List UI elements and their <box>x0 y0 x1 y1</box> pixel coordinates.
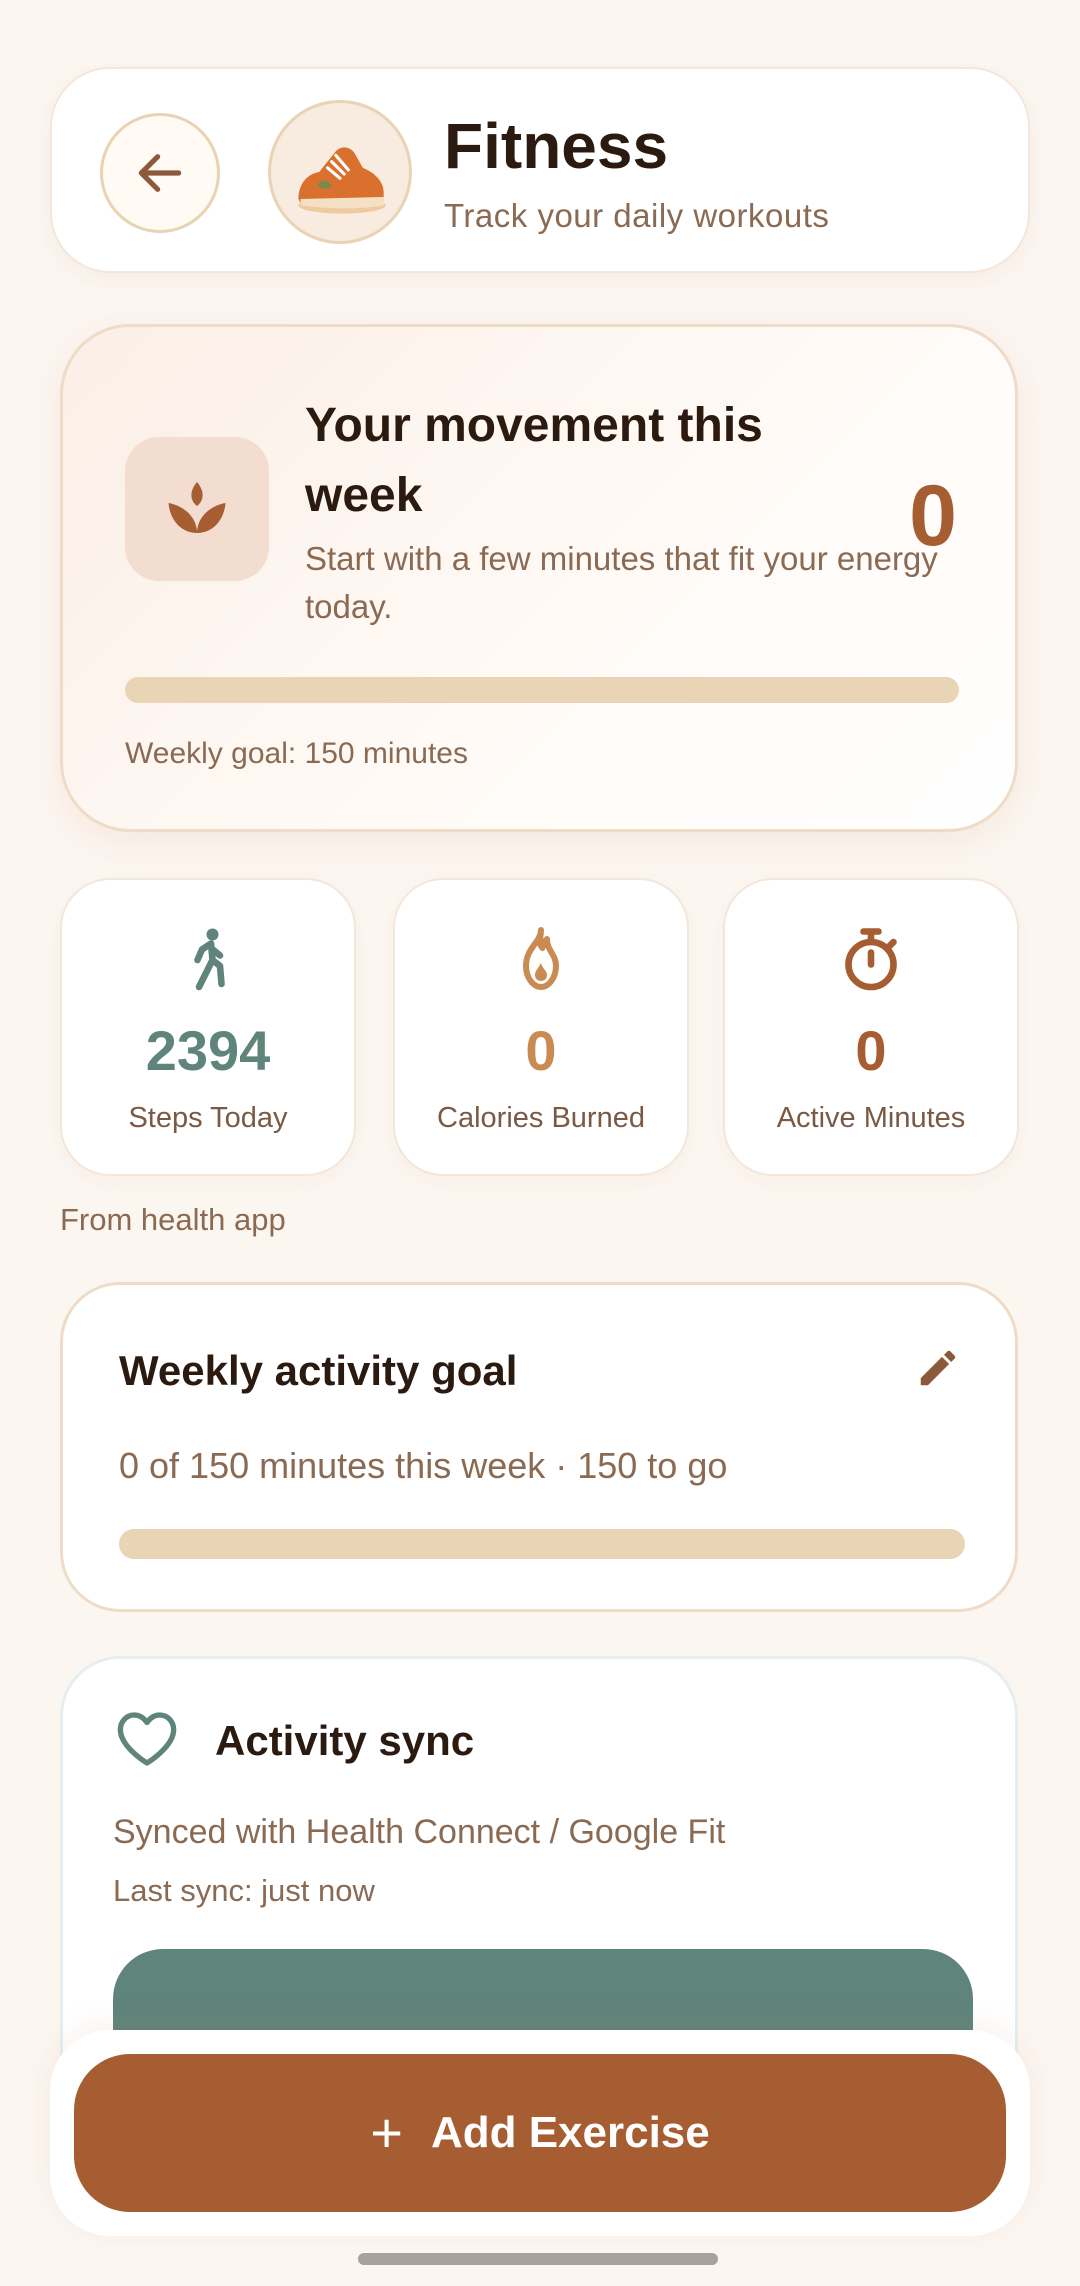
movement-subtitle: Start with a few minutes that fit your e… <box>305 540 938 625</box>
movement-minutes-count: 0 <box>909 468 957 564</box>
edit-goal-button[interactable] <box>915 1345 961 1391</box>
stopwatch-icon <box>845 928 897 991</box>
movement-summary-card: Your movement this week Start with a few… <box>60 324 1018 832</box>
active-minutes-stat-card[interactable]: 0 Active Minutes <box>723 878 1019 1176</box>
page-title: Fitness <box>444 110 669 182</box>
calories-label: Calories Burned <box>437 1102 645 1134</box>
back-button[interactable] <box>100 113 220 233</box>
add-exercise-button[interactable]: + Add Exercise <box>74 2054 1006 2212</box>
walking-icon <box>194 928 225 991</box>
movement-progress-bar <box>125 677 959 703</box>
home-indicator[interactable] <box>358 2253 718 2265</box>
steps-value: 2394 <box>145 1019 271 1082</box>
movement-title: Your movement this week <box>305 399 763 522</box>
bottom-action-bar: + Add Exercise <box>50 2030 1030 2236</box>
pencil-icon <box>920 1350 956 1386</box>
avatar <box>268 100 412 244</box>
heart-icon <box>117 1712 177 1766</box>
activity-sync-title: Activity sync <box>215 1717 475 1764</box>
calories-stat-card[interactable]: 0 Calories Burned <box>393 878 689 1176</box>
weekly-goal-progress-bar <box>119 1529 965 1559</box>
calories-value: 0 <box>525 1019 557 1082</box>
activity-sync-card: Activity sync Synced with Health Connect… <box>60 1656 1018 2056</box>
health-source-note: From health app <box>60 1202 286 1237</box>
header-card: Fitness Track your daily workouts <box>50 67 1030 273</box>
movement-icon-tile <box>125 437 269 581</box>
active-minutes-value: 0 <box>855 1019 887 1082</box>
weekly-goal-title: Weekly activity goal <box>119 1347 518 1394</box>
lotus-icon <box>168 482 226 533</box>
steps-label: Steps Today <box>128 1102 288 1134</box>
sync-status-text: Synced with Health Connect / Google Fit <box>113 1813 726 1851</box>
flame-icon <box>523 927 559 990</box>
page-subtitle: Track your daily workouts <box>444 197 830 234</box>
weekly-goal-card: Weekly activity goal 0 of 150 minutes th… <box>60 1282 1018 1612</box>
steps-stat-card[interactable]: 2394 Steps Today <box>60 878 356 1176</box>
add-exercise-label: Add Exercise <box>430 2108 710 2157</box>
plus-icon: + <box>370 2101 403 2164</box>
sneaker-icon <box>298 147 386 214</box>
movement-goal-text: Weekly goal: 150 minutes <box>125 737 468 770</box>
weekly-goal-progress-text: 0 of 150 minutes this week · 150 to go <box>119 1445 728 1486</box>
last-sync-text: Last sync: just now <box>113 1873 375 1908</box>
arrow-left-icon <box>138 154 182 192</box>
active-minutes-label: Active Minutes <box>776 1102 966 1134</box>
